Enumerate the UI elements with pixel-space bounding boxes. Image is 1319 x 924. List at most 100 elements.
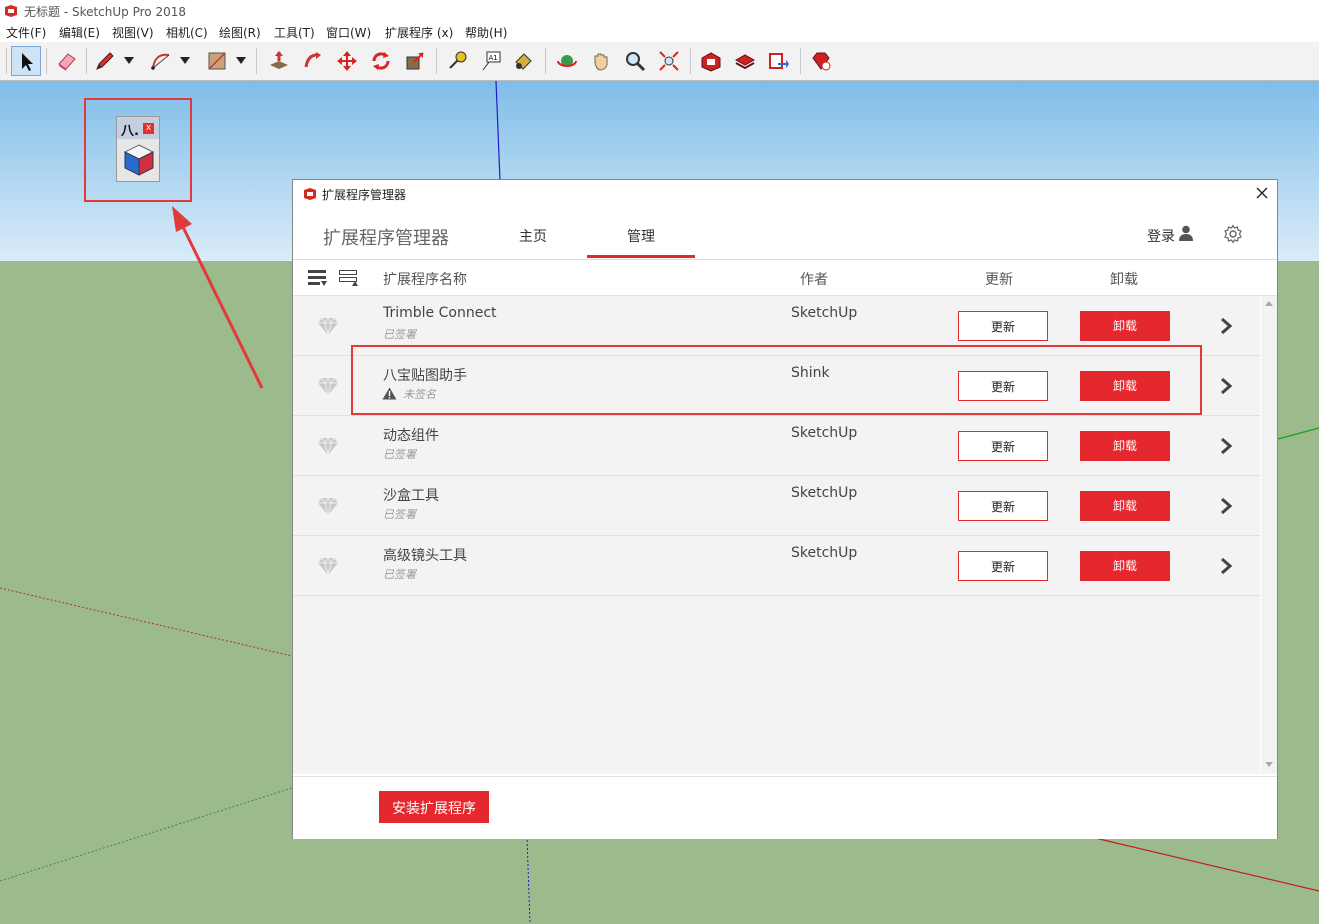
arc-tool-button[interactable] bbox=[146, 46, 176, 76]
gem-icon bbox=[318, 557, 338, 576]
extension-manager-dialog: 扩展程序管理器 扩展程序管理器 主页 管理 登录 扩展程序名称 作者 更新 卸载… bbox=[292, 179, 1278, 839]
gem-icon bbox=[318, 497, 338, 516]
chevron-right-icon[interactable] bbox=[1219, 556, 1233, 576]
menu-draw[interactable]: 绘图(R) bbox=[219, 24, 261, 41]
menu-bar: 文件(F) 编辑(E) 视图(V) 相机(C) 绘图(R) 工具(T) 窗口(W… bbox=[0, 22, 1319, 42]
menu-window[interactable]: 窗口(W) bbox=[326, 24, 371, 41]
extension-warehouse-button[interactable] bbox=[730, 46, 760, 76]
follow-me-tool-button[interactable] bbox=[298, 46, 328, 76]
chevron-right-icon[interactable] bbox=[1219, 316, 1233, 336]
menu-view[interactable]: 视图(V) bbox=[112, 24, 154, 41]
active-tab-indicator bbox=[587, 255, 695, 258]
user-icon[interactable] bbox=[1179, 225, 1193, 241]
extension-row[interactable]: 沙盒工具 已签署 SketchUp 更新 卸载 bbox=[293, 476, 1260, 536]
chevron-right-icon[interactable] bbox=[1219, 376, 1233, 396]
share-model-icon bbox=[769, 53, 789, 69]
sketchup-logo-icon bbox=[5, 5, 17, 17]
uninstall-button[interactable]: 卸载 bbox=[1080, 491, 1170, 521]
chevron-right-icon[interactable] bbox=[1219, 436, 1233, 456]
rectangle-icon bbox=[208, 52, 226, 70]
signature-status: 已签署 bbox=[383, 568, 416, 581]
extension-row[interactable]: 高级镜头工具 已签署 SketchUp 更新 卸载 bbox=[293, 536, 1260, 596]
signature-status: 已签署 bbox=[383, 328, 416, 341]
toolbar-separator bbox=[690, 48, 691, 74]
dialog-brand: 扩展程序管理器 bbox=[323, 228, 449, 249]
extension-row[interactable]: 动态组件 已签署 SketchUp 更新 卸载 bbox=[293, 416, 1260, 476]
extension-manager-button[interactable] bbox=[806, 46, 836, 76]
uninstall-button[interactable]: 卸载 bbox=[1080, 551, 1170, 581]
warehouse-button[interactable] bbox=[696, 46, 726, 76]
dropdown-arrow-icon bbox=[124, 57, 134, 64]
dialog-titlebar[interactable]: 扩展程序管理器 bbox=[293, 180, 1277, 208]
column-header-name: 扩展程序名称 bbox=[383, 272, 467, 288]
rectangle-tool-dropdown[interactable] bbox=[234, 46, 248, 76]
expand-all-icon[interactable] bbox=[308, 269, 328, 287]
signature-status: 已签署 bbox=[383, 448, 416, 461]
update-button[interactable]: 更新 bbox=[958, 311, 1048, 341]
move-tool-button[interactable] bbox=[332, 46, 362, 76]
orbit-tool-button[interactable] bbox=[552, 46, 582, 76]
arrow-cursor-icon bbox=[22, 53, 33, 71]
toolbar-separator bbox=[6, 48, 7, 74]
extension-author: SketchUp bbox=[791, 545, 858, 561]
dialog-nav: 扩展程序管理器 主页 管理 登录 bbox=[293, 208, 1277, 260]
collapse-all-icon[interactable] bbox=[339, 269, 359, 287]
update-button[interactable]: 更新 bbox=[958, 551, 1048, 581]
tab-home[interactable]: 主页 bbox=[519, 226, 547, 246]
gem-icon bbox=[318, 437, 338, 456]
extension-warehouse-icon bbox=[734, 54, 756, 70]
chevron-right-icon[interactable] bbox=[1219, 496, 1233, 516]
menu-extensions[interactable]: 扩展程序 (x) bbox=[385, 24, 453, 41]
toolbar-separator bbox=[46, 48, 47, 74]
line-tool-dropdown[interactable] bbox=[122, 46, 136, 76]
text-tool-button[interactable]: A1 bbox=[476, 46, 506, 76]
tab-manage[interactable]: 管理 bbox=[627, 226, 655, 246]
scroll-up-icon[interactable] bbox=[1265, 300, 1273, 306]
install-extension-button[interactable]: 安装扩展程序 bbox=[379, 791, 489, 823]
dropdown-arrow-icon bbox=[236, 57, 246, 64]
toolbar-separator bbox=[436, 48, 437, 74]
follow-me-icon bbox=[304, 52, 321, 68]
scroll-down-icon[interactable] bbox=[1265, 762, 1273, 768]
arc-tool-dropdown[interactable] bbox=[178, 46, 192, 76]
uninstall-button[interactable]: 卸载 bbox=[1080, 431, 1170, 461]
uninstall-button[interactable]: 卸载 bbox=[1080, 311, 1170, 341]
share-model-button[interactable] bbox=[764, 46, 794, 76]
paint-bucket-tool-button[interactable] bbox=[508, 46, 538, 76]
login-link[interactable]: 登录 bbox=[1147, 226, 1175, 246]
push-pull-tool-button[interactable] bbox=[264, 46, 294, 76]
rectangle-tool-button[interactable] bbox=[202, 46, 232, 76]
extension-author: SketchUp bbox=[791, 305, 858, 321]
line-tool-button[interactable] bbox=[90, 46, 120, 76]
push-pull-icon bbox=[270, 51, 288, 69]
rotate-tool-button[interactable] bbox=[366, 46, 396, 76]
toolbar-separator bbox=[256, 48, 257, 74]
menu-help[interactable]: 帮助(H) bbox=[465, 24, 507, 41]
update-button[interactable]: 更新 bbox=[958, 491, 1048, 521]
column-header-author: 作者 bbox=[800, 272, 828, 288]
scale-tool-button[interactable] bbox=[400, 46, 430, 76]
extension-name: 高级镜头工具 bbox=[383, 548, 467, 564]
list-scrollbar[interactable] bbox=[1261, 296, 1277, 774]
select-tool-button[interactable] bbox=[11, 46, 41, 76]
tape-measure-tool-button[interactable] bbox=[442, 46, 472, 76]
pan-tool-button[interactable] bbox=[586, 46, 616, 76]
eraser-tool-button[interactable] bbox=[52, 46, 82, 76]
magnifier-icon bbox=[626, 52, 646, 72]
table-header: 扩展程序名称 作者 更新 卸载 bbox=[293, 260, 1277, 296]
menu-file[interactable]: 文件(F) bbox=[6, 24, 46, 41]
close-icon[interactable] bbox=[1253, 184, 1271, 202]
extension-author: SketchUp bbox=[791, 485, 858, 501]
tape-measure-icon bbox=[449, 51, 467, 69]
toolbar-separator bbox=[800, 48, 801, 74]
svg-text:A1: A1 bbox=[489, 54, 498, 62]
menu-edit[interactable]: 编辑(E) bbox=[59, 24, 100, 41]
zoom-extents-icon bbox=[659, 51, 679, 71]
zoom-tool-button[interactable] bbox=[620, 46, 650, 76]
zoom-extents-tool-button[interactable] bbox=[654, 46, 684, 76]
menu-tools[interactable]: 工具(T) bbox=[274, 24, 315, 41]
gear-icon[interactable] bbox=[1223, 224, 1243, 244]
update-button[interactable]: 更新 bbox=[958, 431, 1048, 461]
menu-camera[interactable]: 相机(C) bbox=[166, 24, 208, 41]
dialog-title: 扩展程序管理器 bbox=[322, 188, 407, 202]
